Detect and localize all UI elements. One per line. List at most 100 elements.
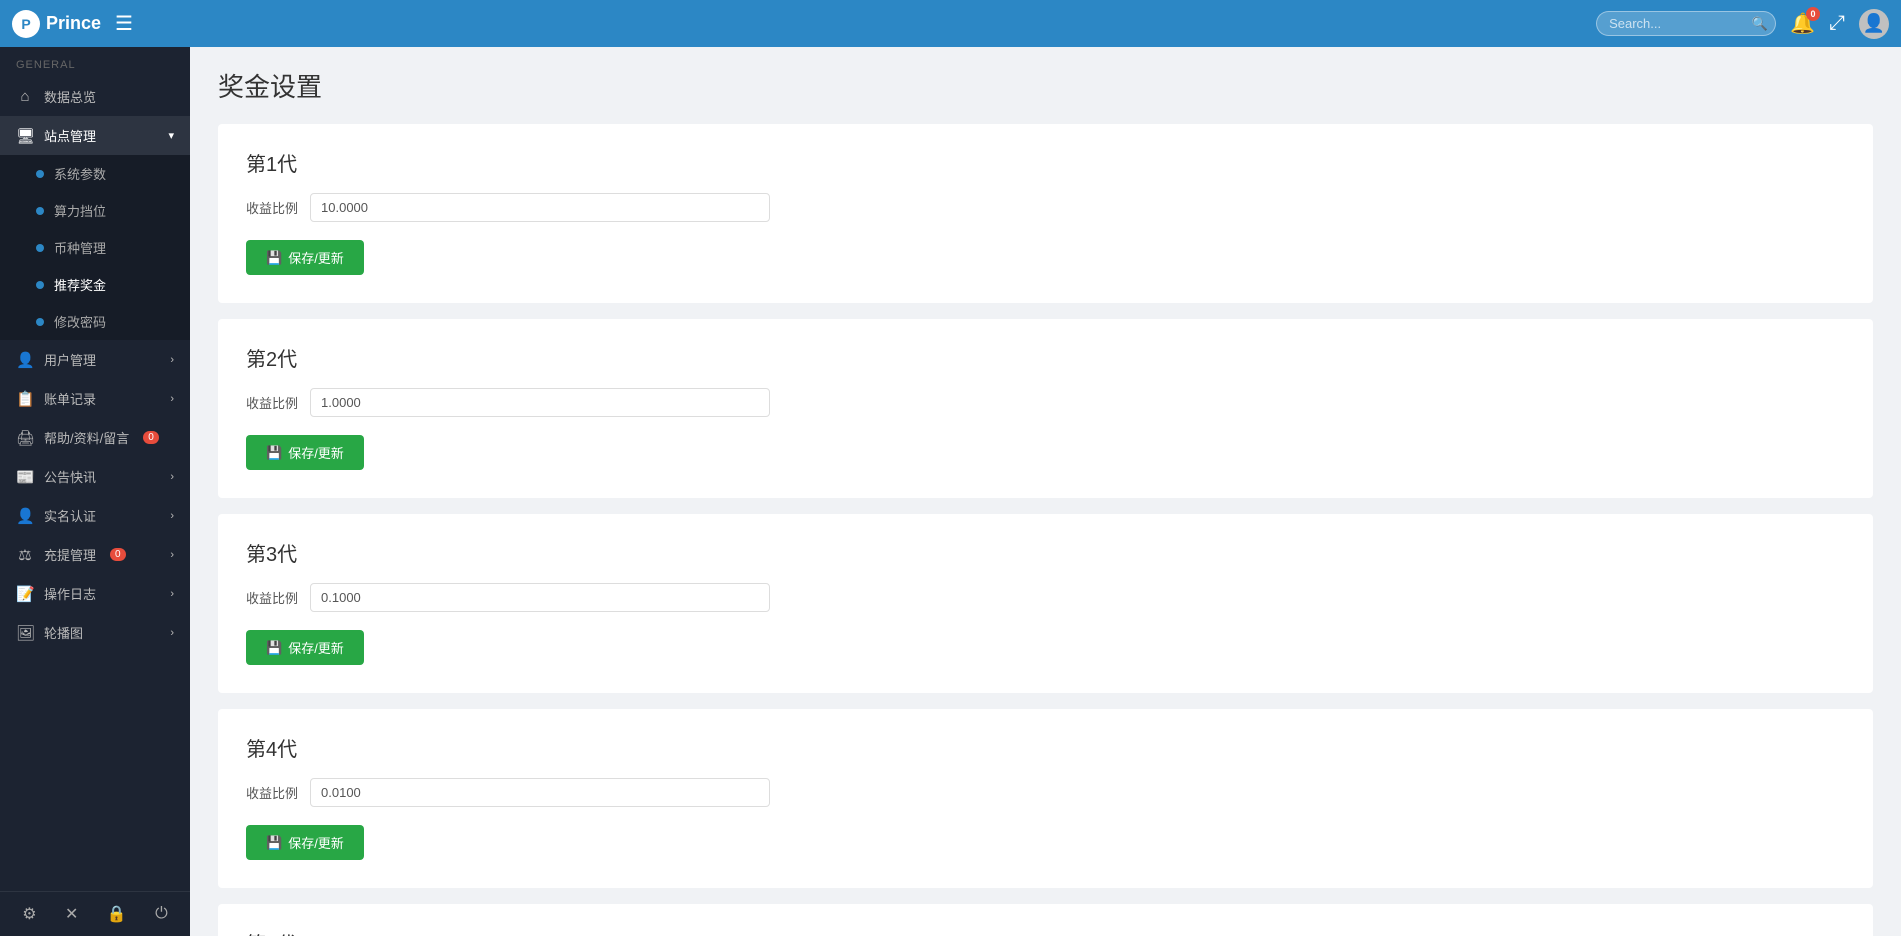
log-icon: 📝: [16, 585, 34, 603]
sidebar-item-carousel[interactable]: 🖼 轮播图 ›: [0, 613, 190, 652]
save-button-gen4[interactable]: 💾 保存/更新: [246, 825, 364, 860]
sub-item-label: 币种管理: [54, 238, 106, 257]
bill-icon: 📋: [16, 390, 34, 408]
search-input[interactable]: [1596, 11, 1776, 36]
sidebar-item-label: 充提管理: [44, 545, 96, 564]
app-body: GENERAL ⌂ 数据总览 🖥 站点管理 ▾ 系统参数 算力挡位 币种管理: [0, 47, 1901, 936]
chevron-right-icon: ›: [170, 471, 174, 483]
news-icon: 📰: [16, 468, 34, 486]
navbar-right: 🔍 🔔 0 ⤢ 👤: [1596, 9, 1889, 39]
sub-item-label: 修改密码: [54, 312, 106, 331]
generation-block-gen1: 第1代 收益比例 💾 保存/更新: [218, 124, 1873, 303]
field-label-gen2: 收益比例: [246, 393, 298, 412]
recharge-icon: ⚖: [16, 546, 34, 564]
chevron-right-icon: ›: [170, 393, 174, 405]
gen-title-gen2: 第2代: [246, 343, 1845, 372]
generation-block-gen4: 第4代 收益比例 💾 保存/更新: [218, 709, 1873, 888]
sub-item-label: 算力挡位: [54, 201, 106, 220]
navbar-left: P Prince ☰: [12, 10, 133, 38]
dot-icon: [36, 207, 44, 215]
notification-badge: 0: [1806, 7, 1820, 21]
close-icon[interactable]: ✕: [65, 904, 78, 924]
sidebar-sub-change-password[interactable]: 修改密码: [0, 303, 190, 340]
carousel-icon: 🖼: [16, 624, 34, 642]
generation-block-gen3: 第3代 收益比例 💾 保存/更新: [218, 514, 1873, 693]
sidebar-sub-hashrate[interactable]: 算力挡位: [0, 192, 190, 229]
brand: P Prince: [12, 10, 101, 38]
save-label-gen2: 保存/更新: [288, 443, 344, 462]
sidebar-item-site-management[interactable]: 🖥 站点管理 ▾: [0, 116, 190, 155]
chevron-right-icon: ›: [170, 627, 174, 639]
sidebar-item-label: 帮助/资料/留言: [44, 428, 129, 447]
sidebar-item-user-mgmt[interactable]: 👤 用户管理 ›: [0, 340, 190, 379]
avatar[interactable]: 👤: [1859, 9, 1889, 39]
hamburger-icon[interactable]: ☰: [115, 11, 133, 36]
sidebar-item-announcements[interactable]: 📰 公告快讯 ›: [0, 457, 190, 496]
sidebar-sub-sys-params[interactable]: 系统参数: [0, 155, 190, 192]
brand-name: Prince: [46, 13, 101, 34]
save-icon-gen2: 💾: [266, 445, 282, 461]
generation-block-gen5: 第5代 收益比例 💾 保存/更新: [218, 904, 1873, 936]
power-icon[interactable]: ⏻: [155, 905, 168, 923]
kyc-icon: 👤: [16, 507, 34, 525]
dot-icon: [36, 170, 44, 178]
field-row-gen2: 收益比例: [246, 388, 1845, 417]
field-input-gen3[interactable]: [310, 583, 770, 612]
save-label-gen1: 保存/更新: [288, 248, 344, 267]
settings-icon[interactable]: ⚙: [22, 904, 36, 924]
chevron-down-icon: ▾: [168, 129, 174, 142]
sidebar-item-help[interactable]: 🖨 帮助/资料/留言 0: [0, 418, 190, 457]
help-icon: 🖨: [16, 429, 34, 447]
sidebar-item-label: 站点管理: [44, 126, 96, 145]
sub-item-label: 系统参数: [54, 164, 106, 183]
sidebar-sub-referral-bonus[interactable]: 推荐奖金: [0, 266, 190, 303]
sidebar-item-label: 用户管理: [44, 350, 96, 369]
save-icon-gen4: 💾: [266, 835, 282, 851]
sidebar-item-orders[interactable]: 📋 账单记录 ›: [0, 379, 190, 418]
notification-button[interactable]: 🔔 0: [1790, 11, 1815, 36]
save-button-gen3[interactable]: 💾 保存/更新: [246, 630, 364, 665]
recharge-badge: 0: [110, 548, 126, 561]
chevron-right-icon: ›: [170, 588, 174, 600]
home-icon: ⌂: [16, 88, 34, 105]
gen-title-gen5: 第5代: [246, 928, 1845, 936]
dot-icon: [36, 244, 44, 252]
field-row-gen4: 收益比例: [246, 778, 1845, 807]
sidebar-item-label: 轮播图: [44, 623, 83, 642]
field-row-gen1: 收益比例: [246, 193, 1845, 222]
sidebar-item-kyc[interactable]: 👤 实名认证 ›: [0, 496, 190, 535]
help-badge: 0: [143, 431, 159, 444]
field-input-gen2[interactable]: [310, 388, 770, 417]
dot-icon: [36, 281, 44, 289]
page-header: 奖金设置: [190, 47, 1901, 114]
sub-item-label: 推荐奖金: [54, 275, 106, 294]
sidebar-sub-currency[interactable]: 币种管理: [0, 229, 190, 266]
sidebar-item-operation-log[interactable]: 📝 操作日志 ›: [0, 574, 190, 613]
save-button-gen1[interactable]: 💾 保存/更新: [246, 240, 364, 275]
field-input-gen1[interactable]: [310, 193, 770, 222]
sidebar-submenu: 系统参数 算力挡位 币种管理 推荐奖金 修改密码: [0, 155, 190, 340]
search-wrap: 🔍: [1596, 11, 1776, 36]
expand-button[interactable]: ⤢: [1829, 12, 1845, 35]
sidebar-item-label: 操作日志: [44, 584, 96, 603]
save-label-gen3: 保存/更新: [288, 638, 344, 657]
monitor-icon: 🖥: [16, 127, 34, 145]
save-button-gen2[interactable]: 💾 保存/更新: [246, 435, 364, 470]
field-input-gen4[interactable]: [310, 778, 770, 807]
sidebar-item-label: 公告快讯: [44, 467, 96, 486]
sidebar-item-recharge[interactable]: ⚖ 充提管理 0 ›: [0, 535, 190, 574]
search-icon[interactable]: 🔍: [1752, 16, 1768, 32]
page-title: 奖金设置: [218, 67, 1873, 104]
lock-icon[interactable]: 🔒: [107, 904, 127, 924]
save-icon-gen3: 💾: [266, 640, 282, 656]
sidebar-item-overview[interactable]: ⌂ 数据总览: [0, 77, 190, 116]
field-label-gen3: 收益比例: [246, 588, 298, 607]
sidebar: GENERAL ⌂ 数据总览 🖥 站点管理 ▾ 系统参数 算力挡位 币种管理: [0, 47, 190, 936]
field-label-gen1: 收益比例: [246, 198, 298, 217]
sidebar-item-label: 数据总览: [44, 87, 96, 106]
user-icon: 👤: [16, 351, 34, 369]
field-label-gen4: 收益比例: [246, 783, 298, 802]
sidebar-item-label: 实名认证: [44, 506, 96, 525]
chevron-right-icon: ›: [170, 354, 174, 366]
chevron-right-icon: ›: [170, 510, 174, 522]
